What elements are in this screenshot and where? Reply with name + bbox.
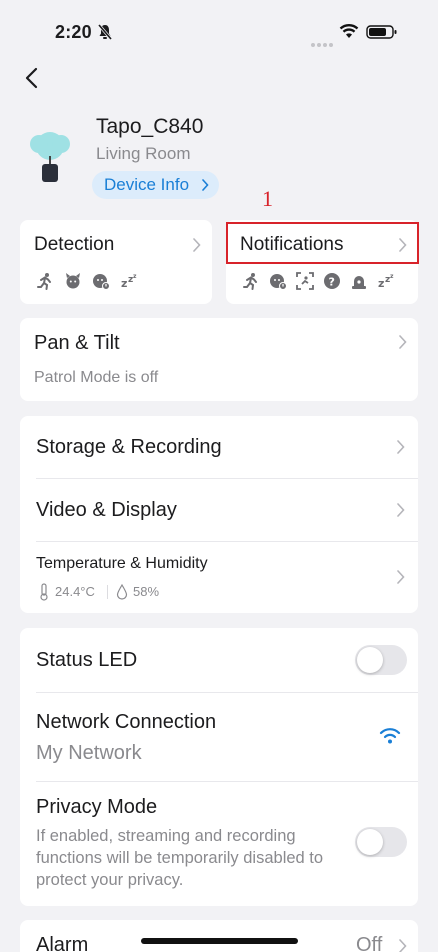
device-name: Tapo_C840 [96, 115, 204, 138]
svg-text:z: z [390, 273, 394, 280]
status-led-label: Status LED [36, 649, 138, 671]
chevron-right-icon [397, 503, 405, 517]
signal-dots-icon [311, 34, 335, 52]
baby-cry-icon [93, 274, 110, 290]
divider [107, 585, 108, 599]
status-bar: 2:20 [0, 0, 438, 60]
privacy-mode-row: Privacy Mode If enabled, streaming and r… [20, 782, 418, 906]
humidity-drop-icon [116, 584, 128, 600]
chevron-right-icon [399, 939, 407, 952]
svg-text:z: z [378, 277, 384, 290]
network-connection-label: Network Connection [36, 711, 217, 733]
network-connection-row[interactable]: Network Connection My Network [20, 693, 418, 781]
device-info-label: Device Info [104, 175, 190, 194]
privacy-mode-label: Privacy Mode [36, 796, 158, 818]
camera-plant-icon [30, 132, 70, 182]
video-display-label: Video & Display [36, 499, 177, 521]
home-indicator [141, 938, 298, 944]
pan-tilt-label: Pan & Tilt [34, 332, 120, 354]
alarm-label: Alarm [36, 934, 89, 952]
sleep-icon: zzz [121, 273, 137, 290]
back-chevron-icon[interactable] [22, 66, 42, 90]
device-settings-card: Status LED Network Connection My Network… [20, 628, 418, 906]
video-display-row[interactable]: Video & Display [20, 479, 418, 541]
patrol-mode-status: Patrol Mode is off [34, 369, 159, 386]
chevron-right-icon [202, 179, 209, 191]
baby-cry-icon [270, 274, 287, 290]
status-led-toggle[interactable] [355, 645, 407, 675]
humidity-value: 58% [133, 584, 160, 599]
pan-tilt-card[interactable]: Pan & Tilt Patrol Mode is off [20, 318, 418, 401]
unknown-sound-icon: ? [324, 273, 340, 289]
temperature-humidity-label: Temperature & Humidity [36, 555, 208, 572]
chevron-right-icon [397, 570, 405, 584]
thermometer-icon [40, 583, 48, 601]
device-room: Living Room [96, 144, 191, 163]
person-motion-icon [37, 273, 51, 290]
temperature-value: 24.4°C [55, 584, 95, 599]
chevron-right-icon [193, 238, 201, 252]
temperature-humidity-row[interactable]: Temperature & Humidity 24.4°C 58% [20, 542, 418, 613]
annotation-highlight-box [226, 222, 419, 264]
alarm-icon [352, 276, 366, 289]
storage-recording-row[interactable]: Storage & Recording [20, 416, 418, 478]
status-led-row: Status LED [20, 628, 418, 692]
bell-muted-icon [98, 24, 112, 40]
device-info-button[interactable]: Device Info [92, 171, 219, 199]
wifi-status-icon [339, 24, 359, 38]
annotation-number: 1 [262, 186, 273, 211]
chevron-right-icon [397, 440, 405, 454]
settings-card: Storage & Recording Video & Display Temp… [20, 416, 418, 613]
clock: 2:20 [55, 22, 92, 42]
sleep-icon: zzz [378, 273, 394, 290]
svg-text:z: z [121, 277, 127, 290]
detection-card[interactable]: Detection zzz [20, 220, 212, 304]
alarm-card[interactable]: Alarm Off [20, 920, 418, 952]
pet-icon [66, 273, 80, 289]
privacy-mode-toggle[interactable] [355, 827, 407, 857]
alarm-value: Off [356, 934, 383, 952]
battery-icon [366, 25, 397, 39]
svg-text:z: z [133, 273, 137, 280]
svg-text:?: ? [329, 276, 335, 289]
toggle-knob [357, 647, 383, 673]
person-motion-icon [243, 273, 257, 290]
network-name: My Network [36, 742, 142, 764]
toggle-knob [357, 829, 383, 855]
storage-recording-label: Storage & Recording [36, 436, 222, 458]
detection-label: Detection [34, 234, 115, 255]
area-intrusion-icon [296, 272, 314, 290]
privacy-mode-description: If enabled, streaming and recording func… [36, 827, 324, 889]
wifi-icon [379, 728, 401, 744]
chevron-right-icon [399, 335, 407, 349]
